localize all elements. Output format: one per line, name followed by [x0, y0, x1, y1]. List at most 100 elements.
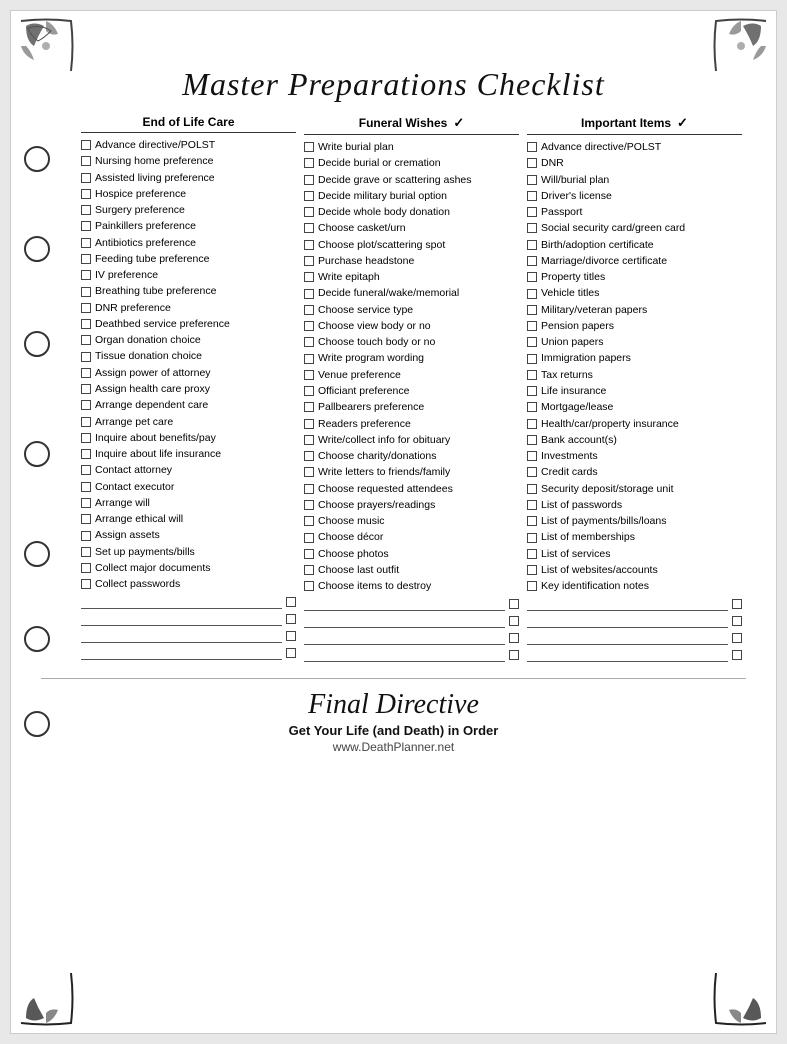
- checkbox[interactable]: [527, 223, 537, 233]
- checkbox[interactable]: [527, 484, 537, 494]
- checkbox[interactable]: [304, 500, 314, 510]
- checkbox[interactable]: [81, 482, 91, 492]
- checkbox[interactable]: [304, 289, 314, 299]
- checkbox[interactable]: [304, 321, 314, 331]
- checkbox[interactable]: [304, 142, 314, 152]
- blank-checkbox[interactable]: [286, 648, 296, 658]
- checkbox[interactable]: [304, 451, 314, 461]
- checkbox[interactable]: [527, 305, 537, 315]
- checkbox[interactable]: [527, 354, 537, 364]
- checkbox[interactable]: [304, 272, 314, 282]
- checkbox[interactable]: [527, 402, 537, 412]
- blank-checkbox[interactable]: [509, 599, 519, 609]
- checkbox[interactable]: [81, 221, 91, 231]
- checkbox[interactable]: [81, 156, 91, 166]
- checkbox[interactable]: [81, 465, 91, 475]
- checkbox[interactable]: [304, 533, 314, 543]
- checkbox[interactable]: [527, 419, 537, 429]
- checkbox[interactable]: [304, 158, 314, 168]
- checkbox[interactable]: [527, 516, 537, 526]
- checkbox[interactable]: [527, 207, 537, 217]
- checkbox[interactable]: [81, 254, 91, 264]
- blank-checkbox[interactable]: [732, 599, 742, 609]
- checkbox[interactable]: [527, 321, 537, 331]
- checkbox[interactable]: [81, 547, 91, 557]
- checkbox[interactable]: [81, 563, 91, 573]
- checkbox[interactable]: [81, 352, 91, 362]
- checkbox[interactable]: [527, 370, 537, 380]
- checkbox[interactable]: [304, 207, 314, 217]
- checkbox[interactable]: [304, 581, 314, 591]
- checkbox[interactable]: [304, 516, 314, 526]
- checkbox[interactable]: [304, 419, 314, 429]
- blank-checkbox[interactable]: [732, 650, 742, 660]
- checkbox[interactable]: [304, 354, 314, 364]
- checkbox[interactable]: [527, 142, 537, 152]
- checkbox[interactable]: [304, 305, 314, 315]
- blank-checkbox[interactable]: [732, 633, 742, 643]
- checkbox[interactable]: [81, 205, 91, 215]
- checkbox[interactable]: [527, 175, 537, 185]
- checkbox[interactable]: [527, 533, 537, 543]
- checkbox[interactable]: [304, 435, 314, 445]
- checkbox[interactable]: [304, 370, 314, 380]
- checkbox[interactable]: [81, 531, 91, 541]
- checkbox[interactable]: [81, 270, 91, 280]
- checkbox[interactable]: [304, 565, 314, 575]
- checkbox[interactable]: [304, 191, 314, 201]
- checkbox[interactable]: [527, 191, 537, 201]
- checkbox[interactable]: [81, 335, 91, 345]
- checkbox[interactable]: [81, 433, 91, 443]
- checkbox[interactable]: [81, 384, 91, 394]
- checkbox[interactable]: [81, 140, 91, 150]
- checkbox[interactable]: [81, 514, 91, 524]
- checkbox[interactable]: [527, 565, 537, 575]
- checkbox[interactable]: [81, 287, 91, 297]
- checkbox[interactable]: [81, 449, 91, 459]
- blank-checkbox[interactable]: [509, 650, 519, 660]
- checkbox[interactable]: [81, 189, 91, 199]
- checkbox[interactable]: [527, 581, 537, 591]
- checkbox[interactable]: [527, 256, 537, 266]
- checkbox[interactable]: [527, 289, 537, 299]
- checkbox[interactable]: [304, 484, 314, 494]
- checkbox[interactable]: [304, 337, 314, 347]
- checkbox[interactable]: [81, 400, 91, 410]
- checkbox[interactable]: [81, 303, 91, 313]
- checkbox[interactable]: [304, 223, 314, 233]
- checkbox[interactable]: [527, 240, 537, 250]
- checkbox[interactable]: [304, 240, 314, 250]
- checkbox[interactable]: [81, 173, 91, 183]
- blank-checkbox[interactable]: [732, 616, 742, 626]
- checkbox[interactable]: [527, 386, 537, 396]
- checkbox[interactable]: [527, 549, 537, 559]
- checkbox[interactable]: [304, 549, 314, 559]
- checkbox[interactable]: [304, 256, 314, 266]
- checkbox[interactable]: [81, 238, 91, 248]
- checkbox[interactable]: [304, 402, 314, 412]
- checkbox[interactable]: [81, 319, 91, 329]
- checkbox[interactable]: [527, 272, 537, 282]
- blank-checkbox[interactable]: [286, 631, 296, 641]
- checkbox[interactable]: [81, 368, 91, 378]
- item-label: Inquire about benefits/pay: [95, 430, 296, 446]
- checkbox[interactable]: [81, 417, 91, 427]
- blank-checkbox[interactable]: [286, 597, 296, 607]
- checkbox[interactable]: [81, 579, 91, 589]
- checkbox[interactable]: [304, 467, 314, 477]
- checkbox[interactable]: [81, 498, 91, 508]
- checkbox[interactable]: [527, 500, 537, 510]
- checkbox[interactable]: [304, 175, 314, 185]
- col-header-label-0: End of Life Care: [142, 115, 234, 129]
- checkbox[interactable]: [527, 467, 537, 477]
- checkbox[interactable]: [304, 386, 314, 396]
- checkbox[interactable]: [527, 435, 537, 445]
- checkbox[interactable]: [527, 337, 537, 347]
- blank-checkbox[interactable]: [509, 616, 519, 626]
- blank-checkbox[interactable]: [286, 614, 296, 624]
- checkbox[interactable]: [527, 451, 537, 461]
- list-item: Property titles: [527, 269, 742, 285]
- blank-checkbox[interactable]: [509, 633, 519, 643]
- checkbox[interactable]: [527, 158, 537, 168]
- list-item: Pension papers: [527, 318, 742, 334]
